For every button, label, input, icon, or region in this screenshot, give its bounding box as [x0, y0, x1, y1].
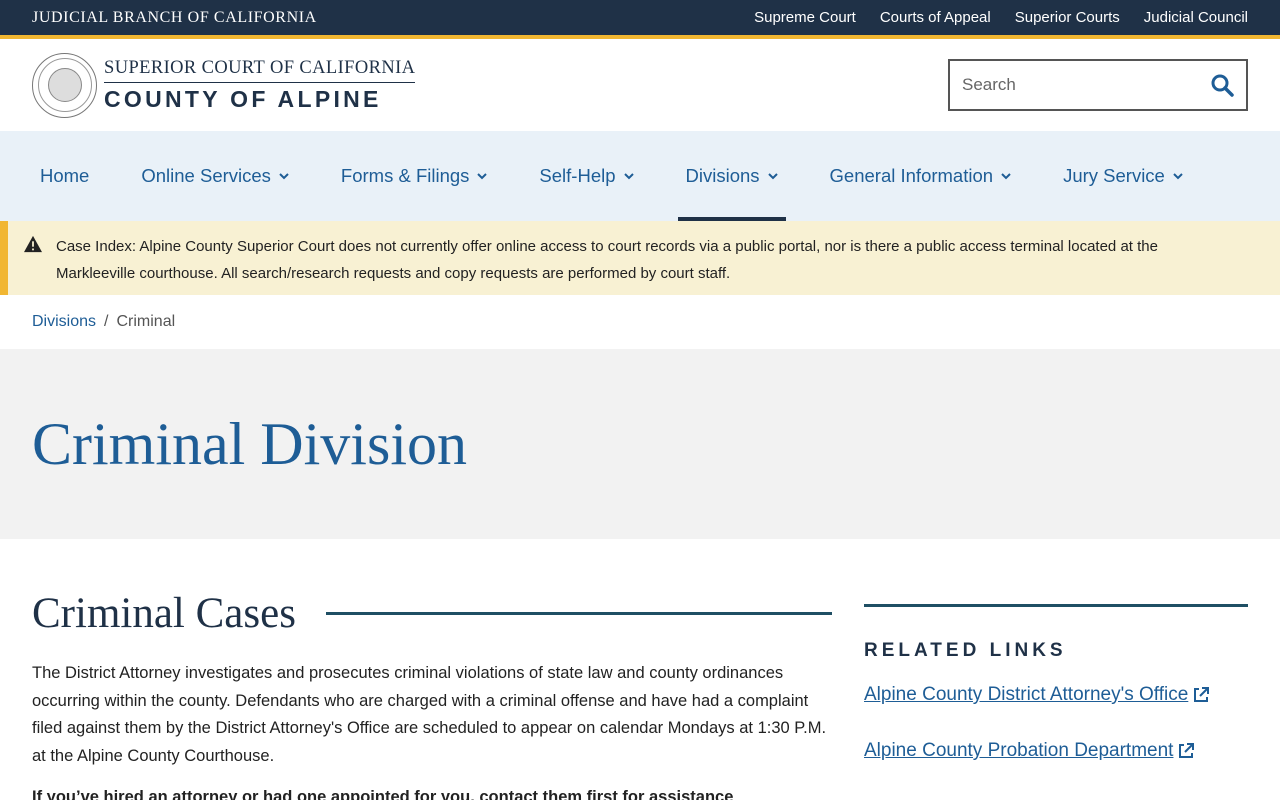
nav-item-general-information[interactable]: General Information — [822, 131, 1020, 221]
utility-link-courts-of-appeal[interactable]: Courts of Appeal — [880, 9, 991, 26]
link-label: Alpine County Probation Department — [864, 740, 1174, 761]
court-logo[interactable]: SUPERIOR COURT OF CALIFORNIA COUNTY OF A… — [32, 52, 416, 118]
logo-top-text: SUPERIOR COURT OF CALIFORNIA — [104, 58, 416, 83]
breadcrumb-separator: / — [104, 313, 109, 330]
search-box — [948, 59, 1248, 111]
link-label: Alpine County District Attorney's Office — [864, 684, 1189, 705]
site-header: SUPERIOR COURT OF CALIFORNIA COUNTY OF A… — [0, 39, 1280, 131]
attorney-notice: If you’ve hired an attorney or had one a… — [32, 788, 734, 800]
main-nav: Home Online Services Forms & Filings Sel… — [0, 131, 1280, 221]
nav-item-online-services[interactable]: Online Services — [133, 131, 297, 221]
chevron-down-icon — [1173, 173, 1183, 180]
link-probation-department[interactable]: Alpine County Probation Department — [864, 740, 1248, 762]
nav-label: Divisions — [685, 165, 760, 186]
page-hero: Criminal Division — [0, 349, 1280, 539]
sidebar-rule — [864, 604, 1248, 607]
main-column: Criminal Cases The District Attorney inv… — [32, 589, 832, 800]
judicial-branch-brand[interactable]: JUDICIAL BRANCH OF CALIFORNIA — [32, 9, 317, 27]
page-content: Criminal Cases The District Attorney inv… — [0, 539, 1280, 800]
section-heading: Criminal Cases — [32, 590, 296, 637]
search-button[interactable] — [1210, 73, 1234, 97]
breadcrumb-divisions[interactable]: Divisions — [32, 313, 96, 331]
breadcrumb: Divisions / Criminal — [0, 295, 1280, 349]
chevron-down-icon — [623, 173, 634, 180]
heading-rule — [325, 612, 832, 615]
chevron-down-icon — [1001, 173, 1011, 180]
nav-item-jury-service[interactable]: Jury Service — [1055, 131, 1191, 221]
external-link-icon — [1179, 743, 1195, 758]
logo-text: SUPERIOR COURT OF CALIFORNIA COUNTY OF A… — [104, 58, 416, 113]
alert-text: Alpine County Superior Court does not cu… — [56, 238, 1158, 282]
court-seal-icon — [32, 52, 97, 118]
nav-item-self-help[interactable]: Self-Help — [531, 131, 641, 221]
utility-bar: JUDICIAL BRANCH OF CALIFORNIA Supreme Co… — [0, 0, 1280, 35]
nav-label: General Information — [829, 165, 994, 186]
nav-label: Jury Service — [1063, 165, 1165, 186]
alert-label: Case Index: — [56, 238, 137, 255]
nav-label: Forms & Filings — [340, 165, 470, 186]
chevron-down-icon — [477, 173, 488, 180]
section-heading-row: Criminal Cases — [32, 589, 832, 638]
nav-item-home[interactable]: Home — [32, 131, 97, 221]
related-links-heading: RELATED LINKS — [864, 640, 1067, 661]
nav-label: Self-Help — [539, 165, 616, 186]
chevron-down-icon — [767, 173, 778, 180]
nav-label: Online Services — [141, 165, 271, 186]
chevron-down-icon — [279, 173, 289, 180]
breadcrumb-current: Criminal — [116, 313, 176, 330]
logo-bottom-text: COUNTY OF ALPINE — [104, 85, 382, 112]
utility-link-superior-courts[interactable]: Superior Courts — [1015, 9, 1120, 26]
related-links-sidebar: RELATED LINKS Alpine County District Att… — [864, 589, 1248, 800]
case-index-alert: Case Index: Alpine County Superior Court… — [0, 221, 1280, 295]
search-input[interactable] — [962, 75, 1182, 95]
utility-link-supreme-court[interactable]: Supreme Court — [754, 9, 856, 26]
criminal-cases-paragraph: The District Attorney investigates and p… — [32, 664, 827, 765]
link-district-attorney[interactable]: Alpine County District Attorney's Office — [864, 684, 1248, 706]
page-title: Criminal Division — [32, 410, 467, 477]
utility-nav: Supreme Court Courts of Appeal Superior … — [754, 9, 1248, 26]
nav-item-forms-filings[interactable]: Forms & Filings — [333, 131, 496, 221]
utility-link-judicial-council[interactable]: Judicial Council — [1144, 9, 1248, 26]
warning-icon — [24, 235, 42, 253]
nav-item-divisions[interactable]: Divisions — [677, 131, 786, 221]
external-link-icon — [1194, 687, 1210, 702]
nav-label: Home — [40, 165, 90, 186]
search-icon — [1211, 74, 1234, 97]
alert-message: Case Index: Alpine County Superior Court… — [56, 233, 1166, 295]
